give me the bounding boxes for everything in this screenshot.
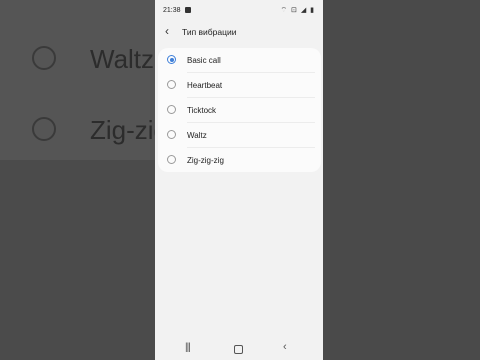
option-label: Waltz bbox=[187, 131, 207, 140]
home-icon[interactable] bbox=[234, 345, 243, 354]
option-label: Ticktock bbox=[187, 106, 217, 115]
status-time: 21:38 bbox=[163, 7, 181, 14]
page-title: Тип вибрации bbox=[182, 27, 237, 37]
background-radio-icon bbox=[32, 46, 56, 70]
recent-apps-icon[interactable]: ||| bbox=[185, 342, 191, 353]
option-waltz[interactable]: Waltz bbox=[158, 123, 321, 148]
radio-icon[interactable] bbox=[167, 130, 176, 139]
nav-back-icon[interactable]: ‹ bbox=[283, 341, 287, 353]
page-header: ‹ Тип вибрации bbox=[155, 22, 323, 44]
notification-icon bbox=[185, 7, 191, 13]
option-heartbeat[interactable]: Heartbeat bbox=[158, 73, 321, 98]
background-right bbox=[323, 0, 480, 360]
background-radio-icon bbox=[32, 117, 56, 141]
radio-selected-icon[interactable] bbox=[167, 55, 176, 64]
status-bar: 21:38 ⌔ ⊡ ◢ ▮ bbox=[155, 0, 323, 20]
navigation-bar: ||| ‹ bbox=[155, 338, 323, 360]
background-left: Waltz Zig-zig bbox=[0, 0, 155, 360]
radio-icon[interactable] bbox=[167, 155, 176, 164]
option-zig-zig-zig[interactable]: Zig-zig-zig bbox=[158, 148, 321, 173]
option-basic-call[interactable]: Basic call bbox=[158, 48, 321, 73]
background-item-waltz: Waltz bbox=[90, 44, 155, 74]
option-ticktock[interactable]: Ticktock bbox=[158, 98, 321, 123]
option-label: Heartbeat bbox=[187, 81, 223, 90]
radio-icon[interactable] bbox=[167, 80, 176, 89]
system-icons: ⌔ ⊡ ◢ ▮ bbox=[280, 7, 315, 14]
option-label: Basic call bbox=[187, 56, 221, 65]
radio-icon[interactable] bbox=[167, 105, 176, 114]
phone-screen: 21:38 ⌔ ⊡ ◢ ▮ ‹ Тип вибрации Basic call … bbox=[155, 0, 323, 360]
back-icon[interactable]: ‹ bbox=[165, 24, 169, 38]
background-item-zigzig: Zig-zig bbox=[90, 115, 155, 145]
options-card: Basic call Heartbeat Ticktock Waltz Zig-… bbox=[158, 48, 321, 172]
option-label: Zig-zig-zig bbox=[187, 156, 224, 165]
